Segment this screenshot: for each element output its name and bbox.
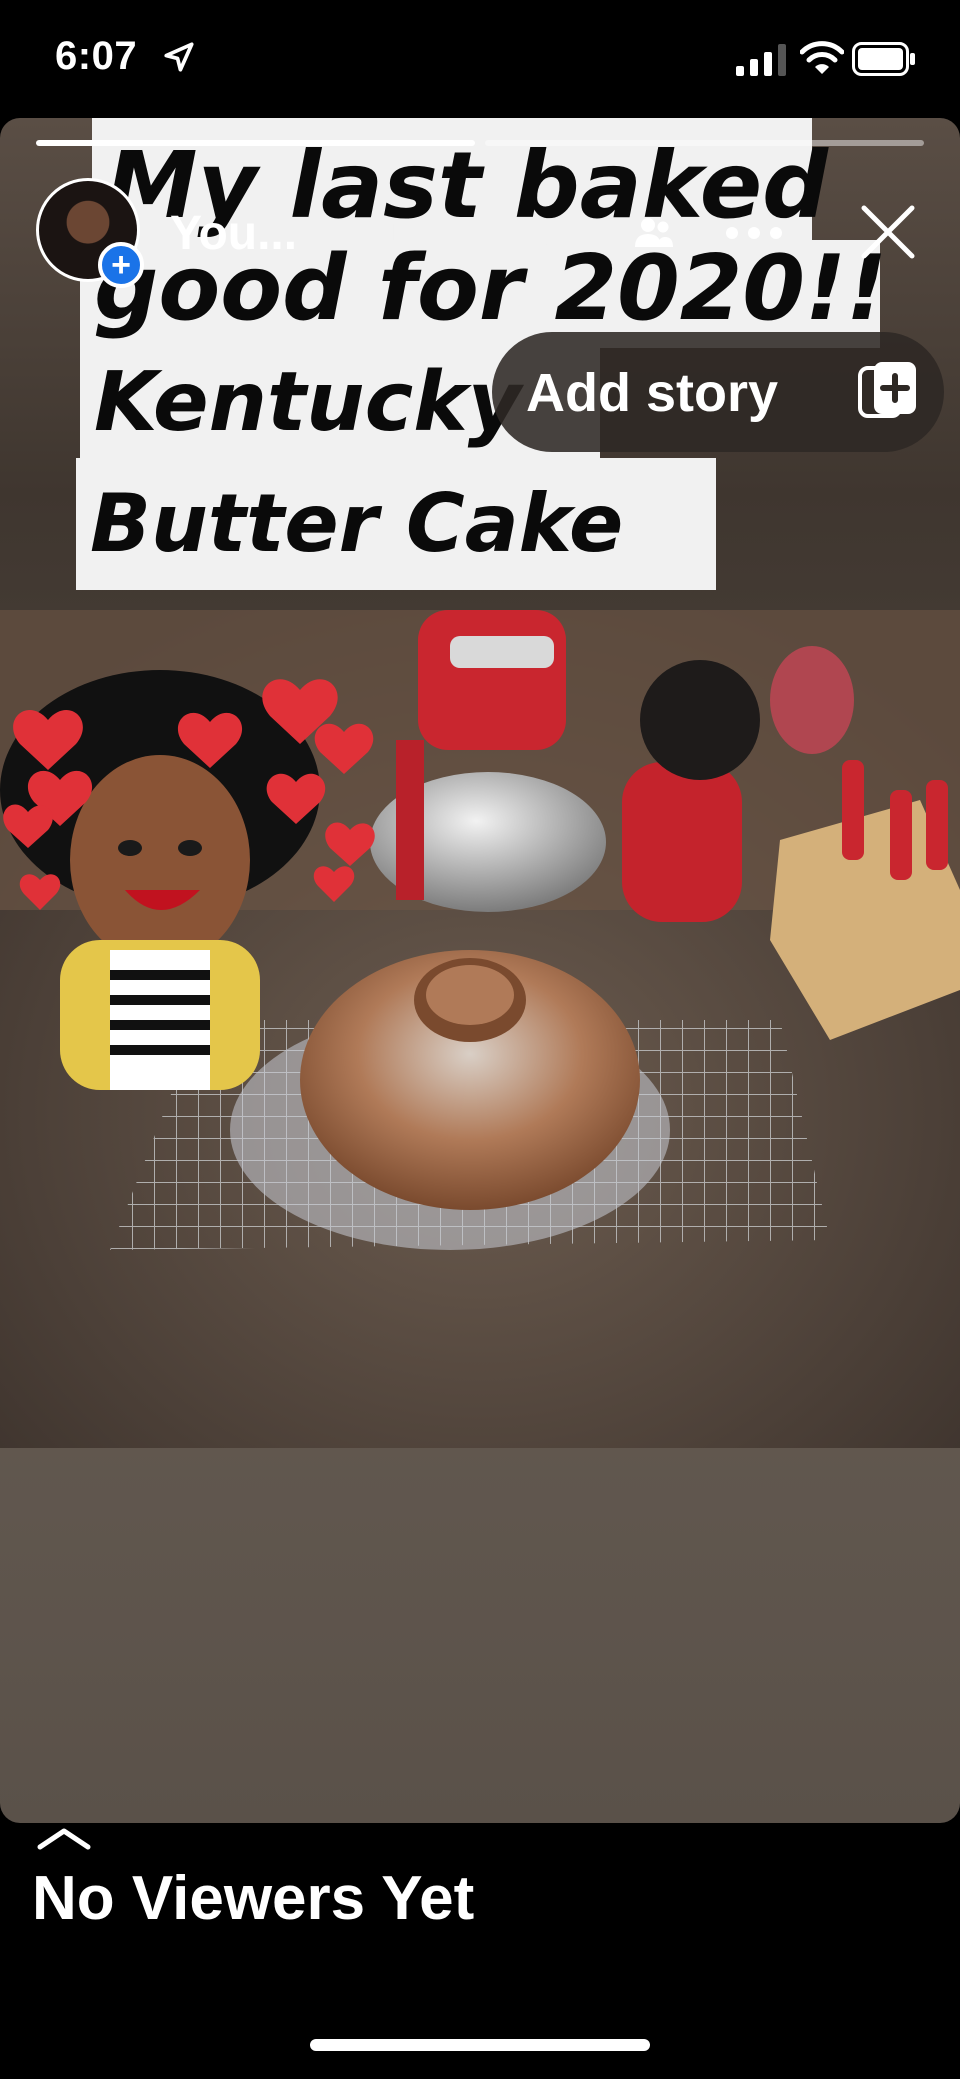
status-time: 6:07 — [55, 34, 138, 78]
friends-icon — [635, 218, 673, 247]
story-photo — [0, 610, 960, 1448]
viewers-panel[interactable]: No Viewers Yet — [0, 1823, 960, 2079]
add-story-button[interactable]: Add story — [492, 332, 944, 452]
signal-icon — [736, 44, 786, 76]
chevron-up-icon[interactable] — [36, 1823, 92, 1853]
add-to-story-plus-icon[interactable]: + — [98, 242, 144, 288]
story-card[interactable]: My last baked good for 2020!! Kentucky B… — [0, 118, 960, 1823]
home-indicator[interactable] — [310, 2039, 650, 2051]
location-arrow-icon — [164, 42, 194, 72]
status-bar: 6:07 — [0, 0, 960, 118]
story-progress — [36, 140, 924, 146]
wifi-icon — [800, 41, 844, 74]
add-story-icon — [858, 362, 916, 418]
close-icon[interactable] — [856, 200, 920, 264]
progress-segment — [485, 140, 924, 146]
more-icon[interactable] — [722, 222, 786, 244]
story-timestamp: Just now — [366, 207, 556, 260]
viewers-text: No Viewers Yet — [32, 1864, 475, 1933]
progress-segment — [36, 140, 475, 146]
caption-line-4: Butter Cake — [76, 458, 716, 590]
add-story-label: Add story — [526, 363, 779, 423]
story-user-name[interactable]: You... — [170, 206, 297, 261]
battery-icon — [852, 42, 915, 76]
